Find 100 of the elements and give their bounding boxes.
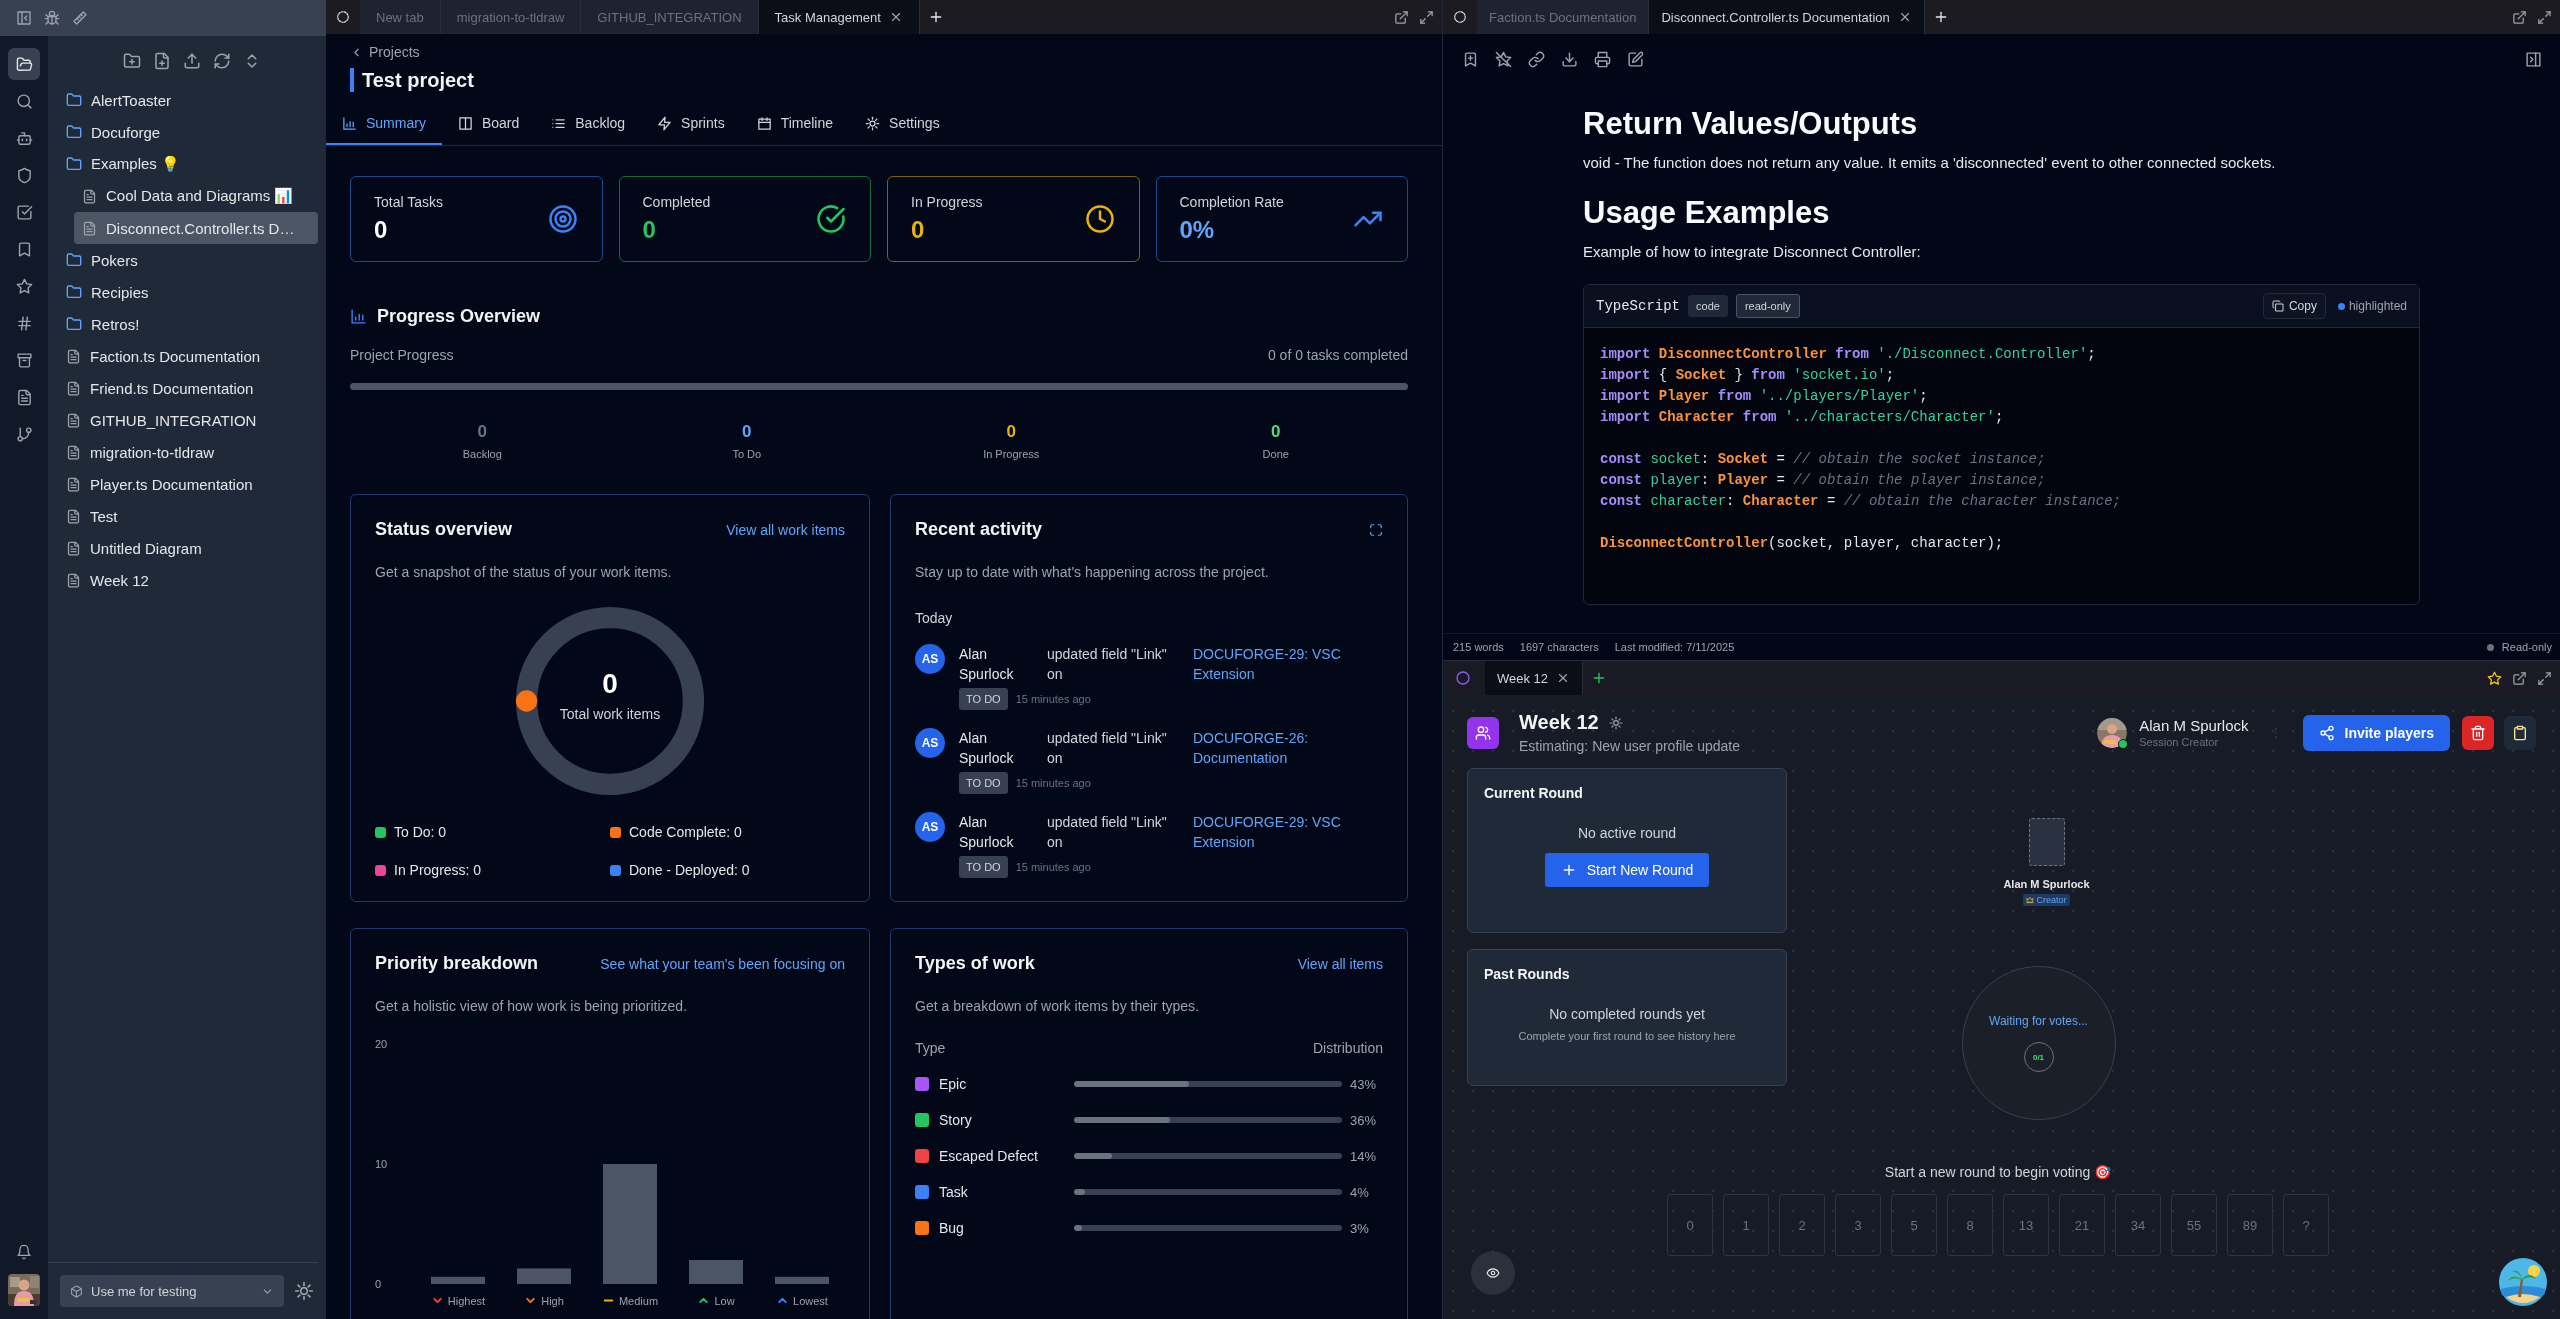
hash-icon: [15, 314, 33, 332]
clipboard-button[interactable]: [2504, 715, 2536, 750]
mode-label: Read-only: [2501, 641, 2552, 653]
nav-tab[interactable]: Settings: [849, 102, 956, 145]
nav-tab[interactable]: Board: [441, 102, 536, 145]
tree-item[interactable]: Recipies: [66, 276, 318, 308]
tree-item[interactable]: Docuforge: [66, 116, 318, 148]
maximize-icon[interactable]: [2537, 670, 2552, 686]
invite-button[interactable]: Invite players: [2302, 714, 2450, 751]
columns-icon: [457, 115, 473, 131]
folder-icon: [66, 124, 82, 140]
link-icon[interactable]: [1528, 50, 1545, 68]
column-header: Type: [915, 1040, 946, 1056]
count-label: Backlog: [462, 448, 502, 460]
status-badge: TO DO: [959, 856, 1008, 878]
issue-link[interactable]: DOCUFORGE-29: VSC Extension: [1193, 644, 1363, 684]
folder-icon: [66, 252, 82, 268]
beach-icon[interactable]: [2498, 1257, 2548, 1307]
type-label: Story: [939, 1112, 973, 1128]
tree-item[interactable]: Test: [66, 500, 318, 532]
card-title: Current Round: [1484, 785, 1583, 801]
view-all-link[interactable]: View all items: [1297, 955, 1383, 972]
bookmark-icon[interactable]: [1462, 50, 1479, 68]
settings-icon[interactable]: [294, 1281, 314, 1301]
avatar: AS: [915, 644, 945, 674]
bug-icon[interactable]: [44, 10, 60, 26]
axis-label: Highest: [447, 1294, 486, 1307]
settings-icon[interactable]: [1608, 715, 1623, 730]
refresh-icon[interactable]: [213, 52, 231, 70]
bar: [689, 1260, 743, 1284]
nav-tab[interactable]: Summary: [326, 102, 442, 145]
tree-item[interactable]: Pokers: [66, 244, 318, 276]
nav-tab[interactable]: Sprints: [641, 102, 741, 145]
new-folder-icon[interactable]: [123, 52, 141, 70]
upload-icon[interactable]: [183, 52, 201, 70]
tree-item[interactable]: Player.ts Documentation: [66, 468, 318, 500]
status-badge: TO DO: [959, 688, 1008, 710]
back-link[interactable]: Projects: [350, 44, 420, 60]
nav-tab[interactable]: Timeline: [740, 102, 850, 145]
download-icon[interactable]: [1561, 50, 1578, 68]
tab[interactable]: Week 12: [1485, 661, 1584, 695]
bar: [431, 1276, 485, 1284]
start-round-button[interactable]: Start New Round: [1544, 853, 1710, 887]
star-icon[interactable]: [2487, 670, 2502, 686]
issue-link[interactable]: DOCUFORGE-29: VSC Extension: [1193, 812, 1363, 852]
visibility-button[interactable]: [1471, 1251, 1515, 1295]
external-link-icon[interactable]: [2512, 670, 2527, 686]
tree-item[interactable]: AlertToaster: [66, 84, 318, 116]
chart-icon: [342, 115, 357, 131]
maximize-icon[interactable]: [2537, 9, 2552, 25]
tree-item[interactable]: GITHUB_INTEGRATION: [66, 404, 318, 436]
code-line: import Player from '../players/Player';: [1600, 387, 1929, 406]
star-icon: [15, 277, 33, 295]
tab[interactable]: Task Management: [758, 0, 920, 34]
doc-paragraph: void - The function does not return any value. It emits a 'disconnected' event to other connected sockets.: [1583, 154, 2277, 171]
tree-item[interactable]: Retros!: [66, 308, 318, 340]
activity-text: updated field "Link" on: [1047, 813, 1168, 852]
tree-item[interactable]: Week 12: [66, 564, 318, 596]
sidebar-toggle-icon[interactable]: [16, 10, 32, 26]
tree-item[interactable]: Faction.ts Documentation: [66, 340, 318, 372]
count-label: Done: [1262, 448, 1289, 460]
delete-button[interactable]: [2462, 715, 2494, 750]
card-title: Types of work: [915, 953, 1035, 974]
tab[interactable]: Disconnect.Controller.ts Documentation: [1649, 0, 1925, 34]
percentage: 14%: [1350, 1148, 1377, 1164]
type-label: Escaped Defect: [939, 1148, 1039, 1164]
issue-link[interactable]: DOCUFORGE-26: Documentation: [1193, 728, 1363, 768]
maximize-icon[interactable]: [1419, 9, 1434, 25]
percentage: 43%: [1350, 1076, 1377, 1092]
tree-item[interactable]: migration-to-tldraw: [66, 436, 318, 468]
panel-toggle-icon[interactable]: [2525, 50, 2542, 68]
bell-icon[interactable]: [16, 1244, 32, 1260]
rail-button[interactable]: [8, 48, 40, 80]
document-icon: [66, 572, 81, 588]
count-label: In Progress: [983, 448, 1040, 460]
focus-link[interactable]: See what your team's been focusing on: [600, 955, 845, 972]
tree-item[interactable]: Cool Data and Diagrams 📊: [74, 180, 318, 212]
count-value: 0: [1006, 422, 1016, 442]
workspace-select[interactable]: Use me for testing: [60, 1275, 284, 1307]
status-dot: [2337, 302, 2345, 310]
tree-item[interactable]: Untitled Diagram: [66, 532, 318, 564]
edit-icon[interactable]: [1627, 50, 1644, 68]
folder-icon: [66, 284, 82, 300]
expand-icon[interactable]: [1369, 522, 1383, 537]
tree-item[interactable]: Friend.ts Documentation: [66, 372, 318, 404]
star-off-icon[interactable]: [1495, 50, 1512, 68]
new-file-icon[interactable]: [153, 52, 171, 70]
document-icon: [15, 388, 33, 406]
external-link-icon[interactable]: [1394, 9, 1409, 25]
ruler-icon[interactable]: [72, 10, 88, 26]
nav-tab[interactable]: Backlog: [535, 102, 642, 145]
print-icon[interactable]: [1594, 50, 1611, 68]
trash-icon: [2470, 724, 2486, 741]
card-subtitle: Stay up to date with what's happening across the project.: [915, 564, 1270, 580]
code-line: import { Socket } from 'socket.io';: [1600, 366, 1896, 385]
tree-item[interactable]: Disconnect.Controller.ts D…: [74, 212, 318, 244]
tree-item[interactable]: Examples 💡: [66, 148, 318, 180]
copy-button[interactable]: Copy: [2262, 293, 2326, 319]
external-link-icon[interactable]: [2512, 9, 2527, 25]
view-all-link[interactable]: View all work items: [726, 521, 845, 538]
